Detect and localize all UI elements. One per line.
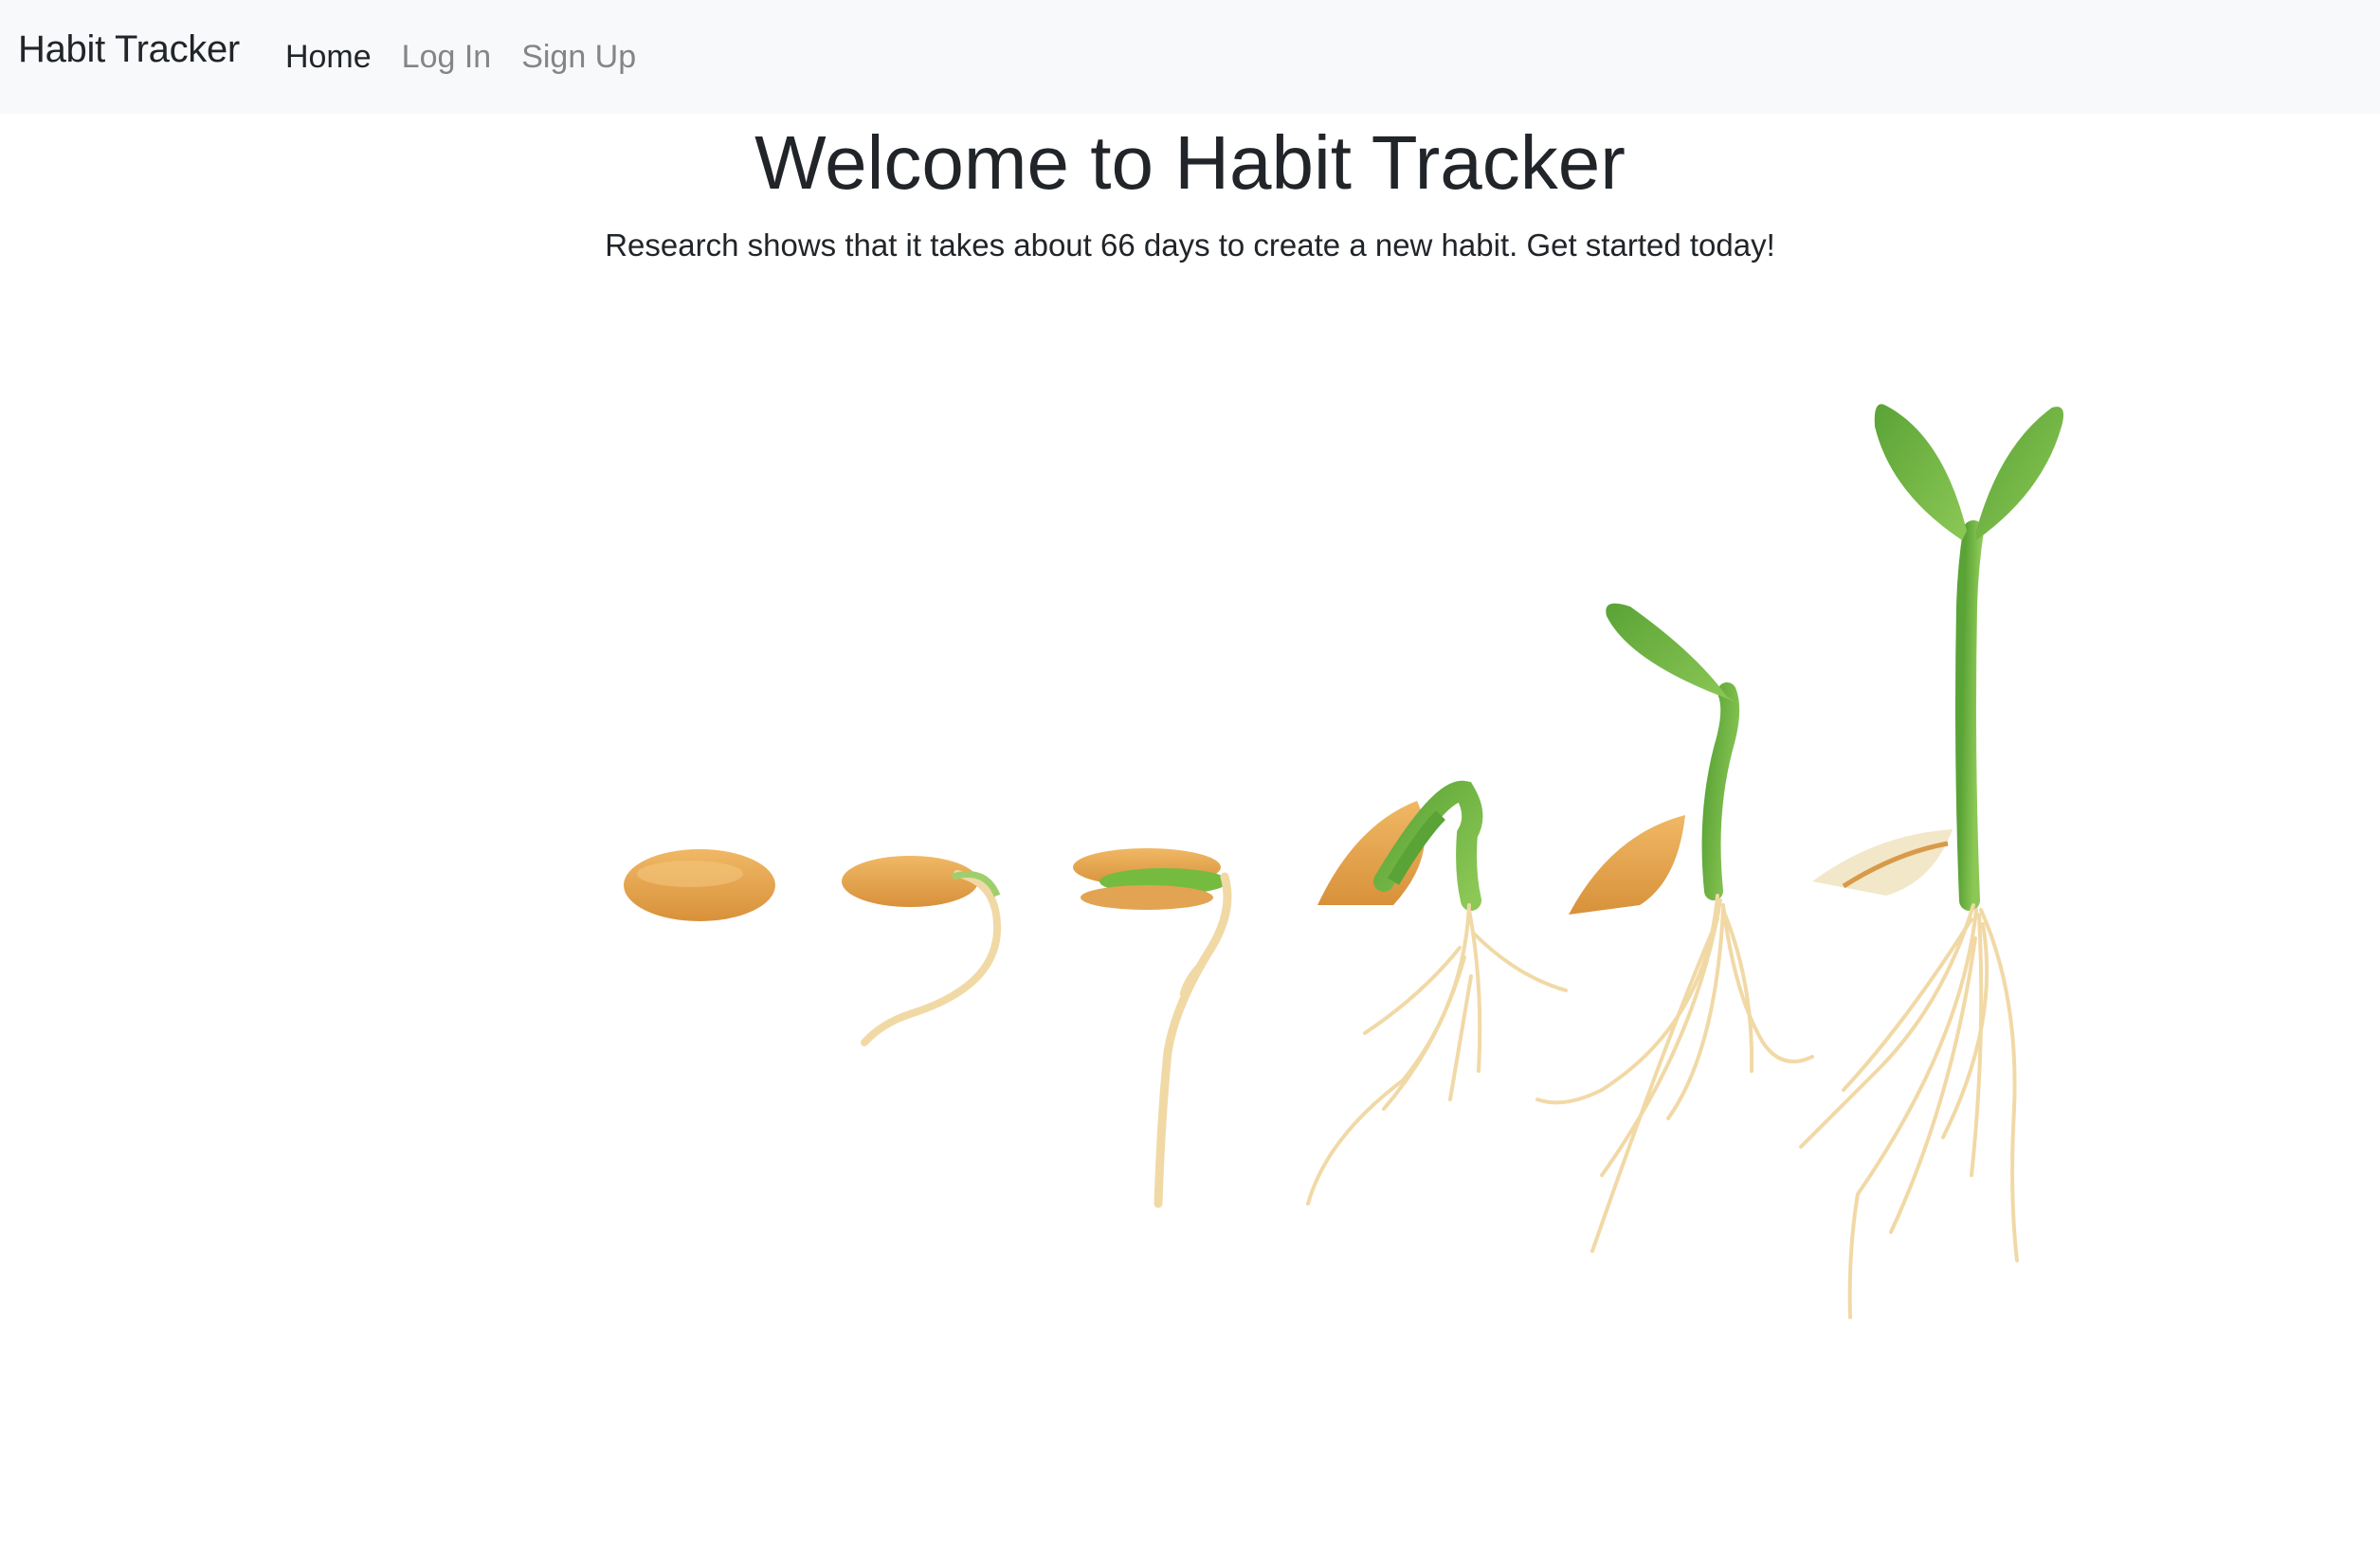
seed-growth-image (624, 404, 2064, 1319)
hero-subtitle: Research shows that it takes about 66 da… (605, 227, 1775, 263)
seed-stage-4 (1306, 780, 1568, 1206)
navbar-brand[interactable]: Habit Tracker (18, 28, 240, 71)
navbar: Habit Tracker Home Log In Sign Up (0, 0, 2380, 114)
seed-stage-5 (1535, 603, 1814, 1253)
nav-link-sign-up[interactable]: Sign Up (521, 39, 636, 76)
seed-stage-2 (842, 856, 1002, 1046)
hero-title: Welcome to Habit Tracker (754, 120, 1626, 205)
seed-stage-6 (1799, 404, 2064, 1319)
nav-link-log-in[interactable]: Log In (402, 39, 492, 76)
seed-stage-1 (624, 849, 775, 921)
seed-stage-3 (1073, 848, 1232, 1208)
nav-link-home[interactable]: Home (285, 39, 372, 76)
